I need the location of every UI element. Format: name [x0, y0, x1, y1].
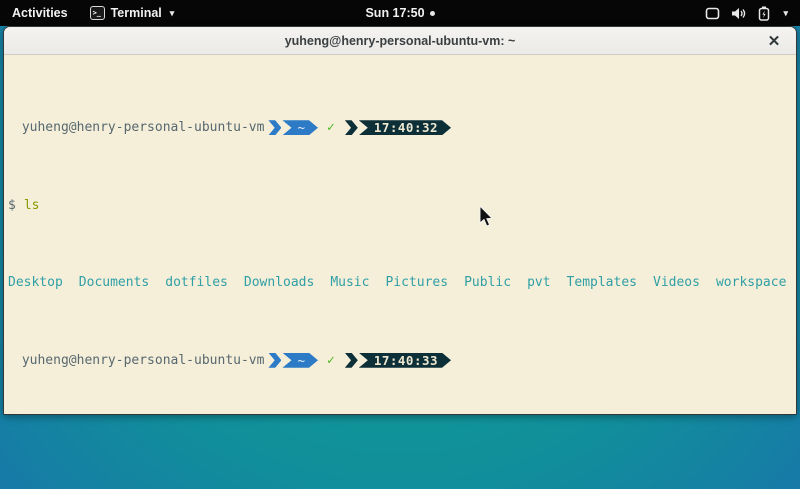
- prompt-line: yuheng@henry-personal-ubuntu-vm ~ ✓ 17:4…: [8, 353, 794, 369]
- status-check-icon: ✓: [327, 120, 335, 136]
- top-bar: Activities >_ Terminal ▾ Sun 17:50: [0, 0, 800, 26]
- app-menu-terminal[interactable]: >_ Terminal ▾: [80, 0, 185, 26]
- prompt-path-segment: ~: [282, 120, 318, 135]
- powerline-chevron-icon: [268, 353, 281, 368]
- powerline-chevron-icon: [268, 120, 281, 135]
- top-bar-left: Activities >_ Terminal ▾: [0, 0, 184, 26]
- ls-output-line: Desktop Documents dotfiles Downloads Mus…: [8, 275, 794, 291]
- activities-button[interactable]: Activities: [0, 0, 80, 26]
- prompt-line: yuheng@henry-personal-ubuntu-vm ~ ✓ 17:4…: [8, 120, 794, 136]
- clock-button[interactable]: Sun 17:50: [365, 6, 434, 20]
- window-titlebar[interactable]: yuheng@henry-personal-ubuntu-vm: ~ ✕: [4, 27, 796, 55]
- powerline-chevron-icon: [345, 353, 358, 368]
- directory-name: Templates: [567, 275, 637, 291]
- terminal-window: yuheng@henry-personal-ubuntu-vm: ~ ✕ yuh…: [3, 26, 797, 415]
- clock-label: Sun 17:50: [365, 6, 424, 20]
- directory-name: Videos: [653, 275, 700, 291]
- screen-icon: [705, 7, 720, 20]
- prompt-symbol: $: [8, 198, 16, 214]
- tray-chevron-down-icon: ▾: [783, 8, 788, 19]
- battery-charging-icon: [758, 6, 770, 21]
- prompt-user: yuheng@henry-personal-ubuntu-vm: [14, 120, 264, 136]
- notification-dot: [430, 11, 435, 16]
- system-tray[interactable]: ▾: [693, 0, 800, 26]
- prompt-time-segment: 17:40:33: [359, 353, 451, 368]
- command-line: $ ls: [8, 198, 794, 214]
- directory-name: Music: [330, 275, 369, 291]
- directory-name: Downloads: [244, 275, 314, 291]
- volume-icon: [731, 7, 747, 20]
- status-check-icon: ✓: [327, 353, 335, 369]
- close-button[interactable]: ✕: [762, 27, 786, 55]
- terminal-icon: >_: [90, 6, 105, 20]
- app-menu-label: Terminal: [111, 6, 162, 20]
- powerline-chevron-icon: [345, 120, 358, 135]
- window-title: yuheng@henry-personal-ubuntu-vm: ~: [285, 34, 516, 48]
- prompt-path-segment: ~: [282, 353, 318, 368]
- prompt-user: yuheng@henry-personal-ubuntu-vm: [14, 353, 264, 369]
- directory-name: Desktop: [8, 275, 63, 291]
- chevron-down-icon: ▾: [170, 8, 175, 19]
- directory-name: pvt: [527, 275, 550, 291]
- directory-name: Documents: [79, 275, 149, 291]
- directory-name: Public: [464, 275, 511, 291]
- directory-name: workspace: [716, 275, 786, 291]
- directory-name: Pictures: [385, 275, 448, 291]
- prompt-time-segment: 17:40:32: [359, 120, 451, 135]
- typed-command: ls: [24, 198, 40, 214]
- directory-name: dotfiles: [165, 275, 228, 291]
- terminal-content[interactable]: yuheng@henry-personal-ubuntu-vm ~ ✓ 17:4…: [4, 55, 796, 415]
